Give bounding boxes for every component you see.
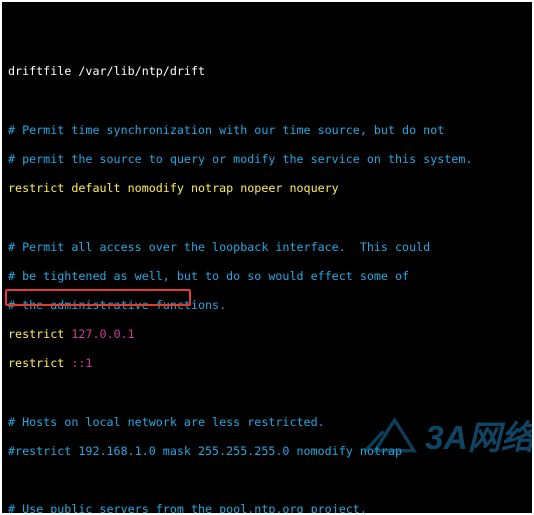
comment-line: # Hosts on local network are less restri… (8, 415, 526, 430)
comment-line: # be tightened as well, but to do so wou… (8, 269, 526, 284)
comment-line: # Use public servers from the pool.ntp.o… (8, 502, 526, 513)
comment-line: # the administrative functions. (8, 298, 526, 313)
comment-line: #restrict 192.168.1.0 mask 255.255.255.0… (8, 444, 526, 459)
comment-line: # Permit all access over the loopback in… (8, 240, 526, 255)
watermark-logo: 3A网络 (322, 395, 522, 483)
terminal-view: { "l1": "driftfile /var/lib/ntp/drift", … (2, 2, 532, 513)
comment-line: # permit the source to query or modify t… (8, 152, 526, 167)
config-line: restrict 127.0.0.1 (8, 327, 526, 342)
config-line: restrict ::1 (8, 356, 526, 371)
config-line: driftfile /var/lib/ntp/drift (8, 64, 526, 79)
comment-line: # Permit time synchronization with our t… (8, 123, 526, 138)
config-line: restrict default nomodify notrap nopeer … (8, 181, 526, 196)
